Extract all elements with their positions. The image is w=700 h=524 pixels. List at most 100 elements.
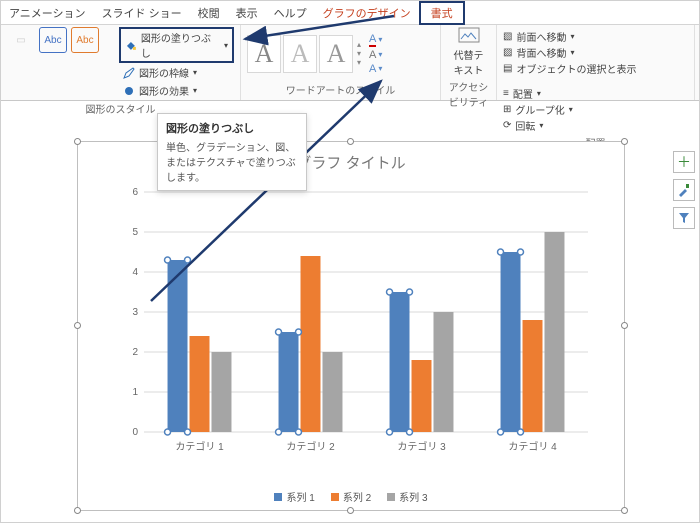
text-effects-button[interactable]: A▾ (369, 63, 382, 75)
bar-series-2[interactable] (190, 336, 210, 432)
bring-forward-icon: ▧ (503, 31, 512, 42)
svg-text:3: 3 (132, 307, 138, 318)
wordart-gallery-more-icon[interactable]: ▾ (357, 58, 361, 67)
ribbon-tabs: アニメーション スライド ショー 校閲 表示 ヘルプ グラフのデザイン 書式 (1, 1, 699, 25)
brush-icon (677, 183, 691, 197)
shape-fill-tooltip: 図形の塗りつぶし 単色、グラデーション、図、またはテクスチャで塗りつぶします。 (157, 113, 307, 191)
legend-swatch-3 (387, 493, 395, 501)
shape-style-preset-2[interactable]: Abc (71, 27, 99, 53)
resize-handle[interactable] (74, 322, 81, 329)
tab-format[interactable]: 書式 (419, 1, 465, 25)
bar-series-1[interactable] (501, 252, 521, 432)
wordart-preset-3[interactable]: A (319, 35, 353, 73)
rotate-button[interactable]: ⟳回転▾ (503, 118, 688, 133)
chart-styles-button[interactable] (673, 179, 695, 201)
svg-text:カテゴリ 3: カテゴリ 3 (397, 440, 446, 453)
align-icon: ≡ (503, 88, 509, 99)
wordart-preset-2[interactable]: A (283, 35, 317, 73)
svg-text:5: 5 (132, 227, 138, 238)
legend-swatch-1 (274, 493, 282, 501)
bar-series-3[interactable] (322, 352, 342, 432)
svg-text:1: 1 (132, 387, 138, 398)
bring-forward-button[interactable]: ▧前面へ移動▾ (503, 29, 688, 44)
bar-series-3[interactable] (211, 352, 231, 432)
group-button[interactable]: ⊞グループ化▾ (503, 102, 688, 117)
text-outline-button[interactable]: A▾ (369, 49, 382, 61)
tab-chart-design[interactable]: グラフのデザイン (315, 1, 419, 25)
legend-swatch-2 (331, 493, 339, 501)
shape-outline-button[interactable]: 図形の枠線 ▾ (119, 64, 234, 81)
resize-handle[interactable] (621, 138, 628, 145)
group-shape-styles: ▭ Abc Abc 図形の塗りつぶし ▾ 図形の枠線 (1, 25, 241, 100)
bar-series-1[interactable] (279, 332, 299, 432)
shape-style-prev-icon[interactable]: ▭ (7, 27, 35, 53)
group-icon: ⊞ (503, 104, 511, 115)
text-fill-button[interactable]: A▾ (369, 33, 382, 47)
bucket-icon (125, 39, 137, 51)
chevron-down-icon: ▾ (193, 68, 197, 77)
chart-filter-button[interactable] (673, 207, 695, 229)
svg-text:0: 0 (132, 427, 138, 438)
alt-text-icon (458, 27, 480, 47)
bar-series-2[interactable] (301, 256, 321, 432)
bar-series-1[interactable] (168, 260, 188, 432)
effects-icon (123, 85, 135, 97)
svg-text:4: 4 (132, 267, 138, 278)
shape-outline-label: 図形の枠線 (139, 65, 189, 80)
tab-review[interactable]: 校閲 (190, 1, 228, 25)
group-label-accessibility: アクセシビリティ (447, 77, 490, 112)
bar-series-2[interactable] (412, 360, 432, 432)
resize-handle[interactable] (621, 507, 628, 514)
chevron-down-icon: ▾ (224, 41, 228, 50)
shape-style-preset-1[interactable]: Abc (39, 27, 67, 53)
tab-help[interactable]: ヘルプ (266, 1, 315, 25)
group-label-wordart: ワードアートのスタイル (247, 80, 434, 100)
send-backward-icon: ▨ (503, 47, 512, 58)
alt-text-label-1: 代替テ (454, 47, 484, 62)
resize-handle[interactable] (347, 138, 354, 145)
funnel-icon (678, 212, 690, 224)
wordart-gallery-down-icon[interactable]: ▾ (357, 49, 361, 58)
svg-text:2: 2 (132, 347, 138, 358)
pen-icon (123, 67, 135, 79)
selection-pane-button[interactable]: ▤オブジェクトの選択と表示 (503, 61, 688, 76)
shape-effects-button[interactable]: 図形の効果 ▾ (119, 82, 234, 99)
shape-fill-button[interactable]: 図形の塗りつぶし ▾ (119, 27, 234, 63)
selection-pane-icon: ▤ (503, 63, 512, 74)
chevron-down-icon: ▾ (193, 86, 197, 95)
group-wordart-styles: A A A ▴ ▾ ▾ A▾ A▾ A▾ ワードアートのスタイル (241, 25, 441, 100)
svg-text:カテゴリ 2: カテゴリ 2 (286, 440, 335, 453)
bar-series-3[interactable] (433, 312, 453, 432)
alt-text-button[interactable]: 代替テ キスト (447, 27, 490, 77)
chart-object[interactable]: グラフ タイトル 0123456カテゴリ 1カテゴリ 2カテゴリ 3カテゴリ 4… (77, 141, 625, 511)
shape-effects-label: 図形の効果 (139, 83, 189, 98)
tab-slideshow[interactable]: スライド ショー (94, 1, 190, 25)
rotate-icon: ⟳ (503, 120, 511, 131)
legend-item-2[interactable]: 系列 2 (331, 489, 371, 504)
ribbon: ▭ Abc Abc 図形の塗りつぶし ▾ 図形の枠線 (1, 25, 699, 101)
legend-item-1[interactable]: 系列 1 (274, 489, 314, 504)
tab-animation[interactable]: アニメーション (1, 1, 94, 25)
wordart-preset-1[interactable]: A (247, 35, 281, 73)
wordart-gallery-up-icon[interactable]: ▴ (357, 40, 361, 49)
bar-series-2[interactable] (523, 320, 543, 432)
group-accessibility: 代替テ キスト アクセシビリティ (441, 25, 497, 100)
svg-text:6: 6 (132, 187, 138, 198)
svg-text:カテゴリ 4: カテゴリ 4 (508, 440, 557, 453)
legend-item-3[interactable]: 系列 3 (387, 489, 427, 504)
group-arrange: ▧前面へ移動▾ ▨背面へ移動▾ ▤オブジェクトの選択と表示 ≡配置▾ ⊞グループ… (497, 25, 695, 100)
resize-handle[interactable] (74, 507, 81, 514)
resize-handle[interactable] (347, 507, 354, 514)
bar-series-3[interactable] (544, 232, 564, 432)
tab-view[interactable]: 表示 (228, 1, 266, 25)
resize-handle[interactable] (74, 138, 81, 145)
svg-text:カテゴリ 1: カテゴリ 1 (175, 440, 224, 453)
bar-series-1[interactable] (390, 292, 410, 432)
align-button[interactable]: ≡配置▾ (503, 86, 688, 101)
resize-handle[interactable] (621, 322, 628, 329)
chart-elements-button[interactable]: ＋ (673, 151, 695, 173)
send-backward-button[interactable]: ▨背面へ移動▾ (503, 45, 688, 60)
chart-legend[interactable]: 系列 1 系列 2 系列 3 (78, 489, 624, 504)
chart-side-tools: ＋ (673, 151, 695, 229)
chart-plot-area[interactable]: 0 1 2 3 4 5 6 カテゴリ 1 カテゴリ 2 カテゴリ 3 カテゴリ 4 (124, 186, 594, 456)
